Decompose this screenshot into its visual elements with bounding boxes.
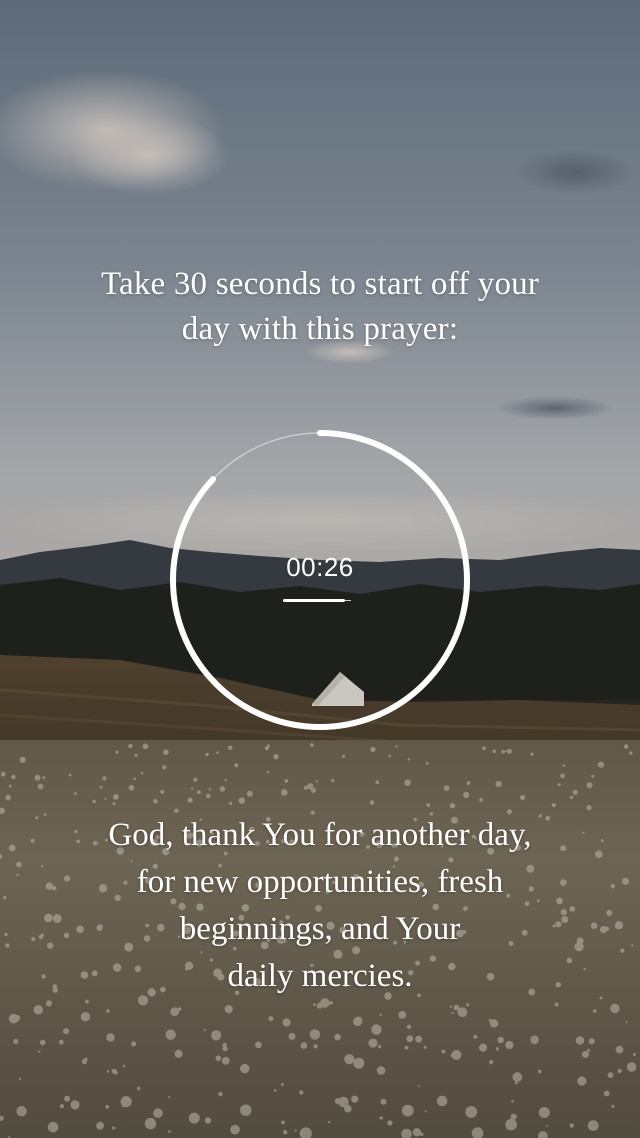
countdown-timer: 00:26 — [165, 425, 475, 735]
timer-value: 00:26 — [286, 552, 354, 582]
prayer-timer-screen: Take 30 seconds to start off your day wi… — [0, 0, 640, 1138]
timer-progress-underline-tail — [345, 600, 351, 601]
prayer-text: God, thank You for another day, for new … — [40, 812, 600, 1000]
prayer-line-1: God, thank You for another day, — [108, 817, 532, 853]
prayer-line-4: daily mercies. — [227, 958, 413, 994]
timer-progress-underline — [283, 599, 345, 602]
intro-line-2: day with this prayer: — [181, 311, 459, 347]
intro-text: Take 30 seconds to start off your day wi… — [40, 262, 600, 352]
prayer-line-2: for new opportunities, fresh — [136, 864, 504, 900]
intro-line-1: Take 30 seconds to start off your — [100, 266, 540, 302]
prayer-line-3: beginnings, and Your — [179, 911, 461, 947]
